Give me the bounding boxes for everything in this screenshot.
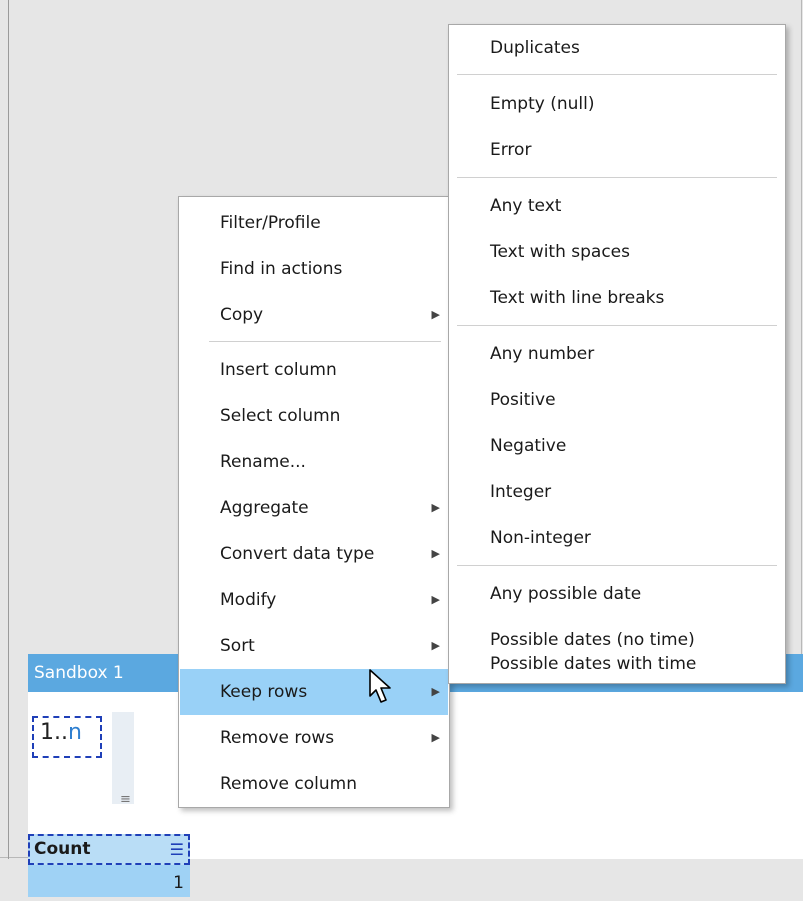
menu-item-label: Convert data type: [220, 544, 375, 564]
menu-item-aggregate[interactable]: Aggregate ▶: [180, 485, 448, 531]
submenu-item-label: Any possible date: [490, 584, 642, 604]
menu-item-modify[interactable]: Modify ▶: [180, 577, 448, 623]
submenu-item-text-with-line-breaks[interactable]: Text with line breaks: [450, 275, 784, 321]
submenu-item-negative[interactable]: Negative: [450, 423, 784, 469]
submenu-item-empty-null[interactable]: Empty (null): [450, 81, 784, 127]
submenu-item-error[interactable]: Error: [450, 127, 784, 173]
column-profile-strip: [112, 712, 134, 804]
menu-item-insert-column[interactable]: Insert column: [180, 347, 448, 393]
submenu-item-label: Text with spaces: [490, 242, 630, 262]
menu-item-label: Keep rows: [220, 682, 308, 702]
submenu-item-possible-dates-with-time[interactable]: Possible dates with time: [450, 655, 784, 681]
submenu-item-duplicates[interactable]: Duplicates: [450, 25, 784, 71]
submenu-item-non-integer[interactable]: Non-integer: [450, 515, 784, 561]
menu-item-find-in-actions[interactable]: Find in actions: [180, 246, 448, 292]
submenu-item-label: Duplicates: [490, 38, 580, 58]
submenu-item-label: Integer: [490, 482, 552, 502]
submenu-item-label: Any number: [490, 344, 595, 364]
window-edge: [8, 0, 9, 859]
menu-item-label: Find in actions: [220, 259, 343, 279]
menu-item-label: Remove column: [220, 774, 357, 794]
menu-separator: [457, 325, 777, 326]
menu-item-label: Select column: [220, 406, 341, 426]
menu-item-label: Modify: [220, 590, 277, 610]
chevron-right-icon: ▶: [431, 593, 440, 606]
menu-item-remove-column[interactable]: Remove column: [180, 761, 448, 807]
column-header-label: Count: [34, 839, 91, 859]
submenu-item-text-with-spaces[interactable]: Text with spaces: [450, 229, 784, 275]
chevron-right-icon: ▶: [431, 547, 440, 560]
type-prefix: 1..: [40, 720, 68, 745]
menu-item-label: Copy: [220, 305, 264, 325]
menu-separator: [457, 74, 777, 75]
column-type-chip[interactable]: 1..n: [32, 710, 104, 768]
menu-item-filter-profile[interactable]: Filter/Profile: [180, 200, 448, 246]
type-label: 1..n: [40, 720, 82, 745]
submenu-item-label: Possible dates with time: [490, 654, 697, 674]
menu-separator: [457, 565, 777, 566]
submenu-item-positive[interactable]: Positive: [450, 377, 784, 423]
submenu-item-any-text[interactable]: Any text: [450, 183, 784, 229]
chevron-right-icon: ▶: [431, 639, 440, 652]
filter-icon[interactable]: ≡: [120, 792, 131, 807]
mouse-pointer-icon: [369, 669, 391, 703]
submenu-item-label: Empty (null): [490, 94, 595, 114]
menu-item-select-column[interactable]: Select column: [180, 393, 448, 439]
menu-item-keep-rows[interactable]: Keep rows ▶: [180, 669, 448, 715]
menu-separator: [209, 341, 441, 342]
menu-item-rename[interactable]: Rename...: [180, 439, 448, 485]
menu-item-label: Aggregate: [220, 498, 309, 518]
submenu-item-label: Non-integer: [490, 528, 591, 548]
chevron-right-icon: ▶: [431, 731, 440, 744]
menu-separator: [457, 177, 777, 178]
column-context-menu: Filter/Profile Find in actions Copy ▶ Ins…: [178, 196, 450, 808]
submenu-item-integer[interactable]: Integer: [450, 469, 784, 515]
submenu-item-label: Possible dates (no time): [490, 630, 695, 650]
menu-item-remove-rows[interactable]: Remove rows ▶: [180, 715, 448, 761]
table-cell[interactable]: 1: [28, 865, 190, 897]
column-header-count[interactable]: Count ☰: [28, 834, 190, 865]
menu-item-label: Rename...: [220, 452, 306, 472]
submenu-item-label: Text with line breaks: [490, 288, 665, 308]
menu-item-label: Filter/Profile: [220, 213, 321, 233]
submenu-item-any-number[interactable]: Any number: [450, 331, 784, 377]
chevron-right-icon: ▶: [431, 308, 440, 321]
submenu-item-label: Positive: [490, 390, 556, 410]
menu-item-label: Insert column: [220, 360, 337, 380]
submenu-item-any-possible-date[interactable]: Any possible date: [450, 571, 784, 617]
menu-item-sort[interactable]: Sort ▶: [180, 623, 448, 669]
menu-item-copy[interactable]: Copy ▶: [180, 292, 448, 338]
menu-item-label: Remove rows: [220, 728, 335, 748]
submenu-item-label: Error: [490, 140, 532, 160]
menu-item-label: Sort: [220, 636, 255, 656]
chevron-right-icon: ▶: [431, 685, 440, 698]
keep-rows-submenu: Duplicates Empty (null) Error Any text T…: [448, 24, 786, 684]
menu-item-convert-data-type[interactable]: Convert data type ▶: [180, 531, 448, 577]
type-suffix: n: [67, 720, 82, 745]
submenu-item-label: Negative: [490, 436, 567, 456]
submenu-item-label: Any text: [490, 196, 562, 216]
chevron-right-icon: ▶: [431, 501, 440, 514]
